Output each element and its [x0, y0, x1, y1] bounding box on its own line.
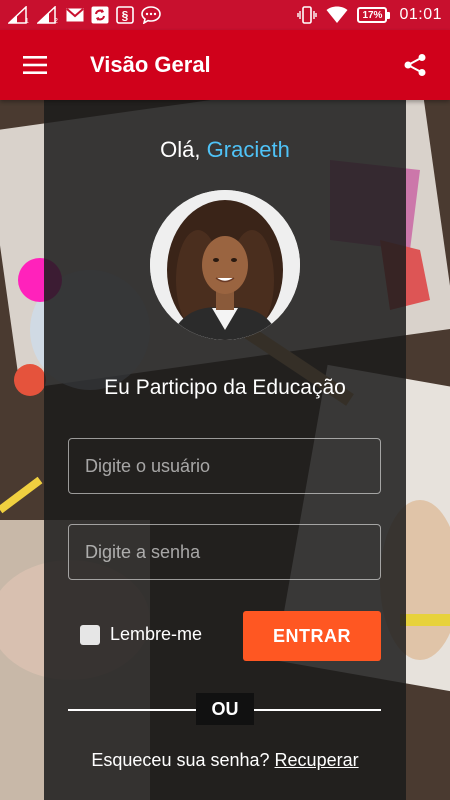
app-bar: Visão Geral: [0, 30, 450, 100]
avatar: [150, 190, 300, 340]
greeting-prefix: Olá,: [160, 137, 201, 162]
chat-icon: [141, 6, 161, 24]
menu-button[interactable]: [0, 30, 70, 100]
signal-1-icon: 1: [8, 6, 30, 24]
recover-password-link[interactable]: Recuperar: [275, 750, 359, 770]
remember-me-toggle[interactable]: Lembre-me: [80, 624, 202, 645]
svg-text:1: 1: [25, 18, 29, 24]
remember-me-checkbox[interactable]: [80, 624, 100, 645]
login-button[interactable]: ENTRAR: [243, 611, 381, 661]
password-input[interactable]: [68, 524, 381, 580]
signal-2-icon: 2: [37, 6, 59, 24]
forgot-password-text: Esqueceu sua senha?: [91, 750, 270, 770]
hamburger-menu-icon: [23, 56, 47, 74]
user-name: Gracieth: [206, 137, 290, 162]
wifi-icon: [326, 6, 348, 24]
svg-text:2: 2: [54, 18, 58, 24]
vibrate-icon: [297, 6, 318, 24]
dollar-app-icon: §: [116, 6, 134, 24]
forgot-password: Esqueceu sua senha? Recuperar: [0, 750, 450, 771]
share-icon: [404, 54, 426, 76]
gmail-icon: [66, 8, 84, 22]
app-subtitle: Eu Participo da Educação: [104, 376, 346, 399]
status-bar: 1 2 § 17% 01:01: [0, 0, 450, 30]
greeting: Olá, Gracieth: [0, 137, 450, 163]
remember-me-label: Lembre-me: [110, 624, 203, 644]
svg-text:§: §: [122, 9, 129, 23]
username-input[interactable]: [68, 438, 381, 494]
battery-level: 17%: [362, 9, 383, 21]
clock: 01:01: [399, 6, 442, 23]
sync-icon: [91, 6, 109, 24]
page-title: Visão Geral: [90, 52, 211, 77]
battery-icon: 17%: [357, 7, 391, 23]
divider-label: OU: [196, 693, 254, 725]
share-button[interactable]: [380, 30, 450, 100]
